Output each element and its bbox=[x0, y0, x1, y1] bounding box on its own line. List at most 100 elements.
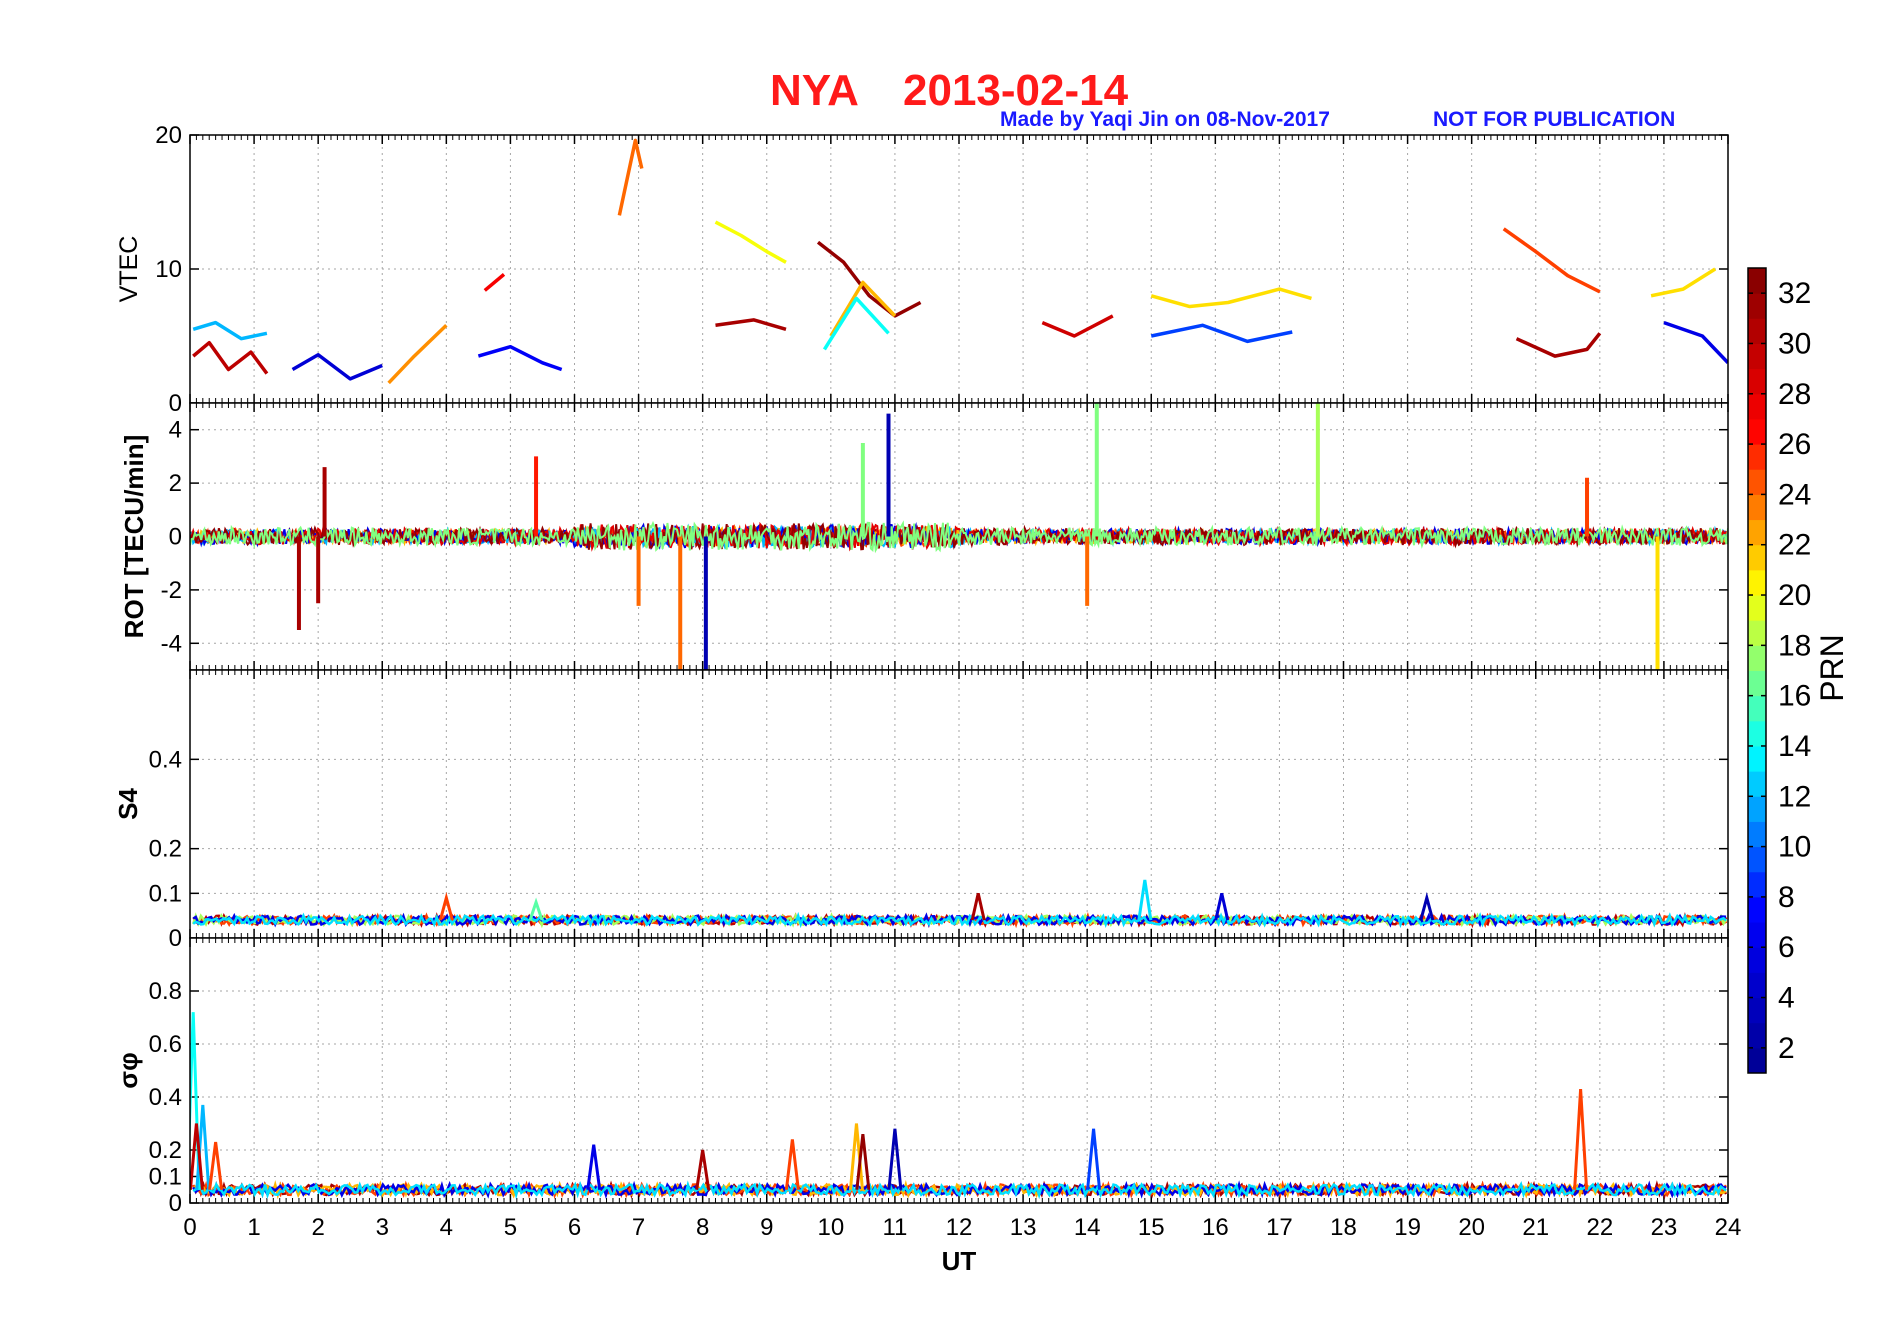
colorbar-tick-label: 12 bbox=[1778, 780, 1811, 813]
colorbar-tick-label: 8 bbox=[1778, 881, 1795, 914]
colorbar-segment bbox=[1748, 318, 1766, 344]
scintillation-figure: 01020VTEC-4-2024ROT [TECU/min]00.10.20.4… bbox=[113, 122, 1850, 1276]
xtick-label: 2 bbox=[311, 1214, 324, 1241]
vtec-ytick-label: 0 bbox=[169, 390, 182, 417]
colorbar-segment bbox=[1748, 972, 1766, 999]
sigma_phi-ytick-label: 0.6 bbox=[149, 1031, 182, 1058]
sigma_phi-ylabel: σφ bbox=[113, 1052, 143, 1088]
vtec-ytick-label: 10 bbox=[155, 256, 182, 283]
xtick-label: 3 bbox=[376, 1214, 389, 1241]
panels: 01020VTEC-4-2024ROT [TECU/min]00.10.20.4… bbox=[113, 122, 1741, 1276]
x-axis-label: UT bbox=[942, 1246, 977, 1276]
colorbar-segment bbox=[1748, 670, 1766, 697]
colorbar-segment bbox=[1748, 544, 1766, 571]
colorbar-segment bbox=[1748, 620, 1766, 646]
xtick-label: 16 bbox=[1202, 1214, 1229, 1241]
xtick-label: 23 bbox=[1651, 1214, 1678, 1241]
s4-ytick-label: 0.4 bbox=[149, 746, 182, 773]
colorbar-segment bbox=[1748, 771, 1766, 797]
colorbar-segment bbox=[1748, 821, 1766, 848]
xtick-label: 1 bbox=[247, 1214, 260, 1241]
colorbar-tick-label: 28 bbox=[1778, 378, 1811, 411]
xtick-label: 6 bbox=[568, 1214, 581, 1241]
colorbar-tick-label: 20 bbox=[1778, 579, 1811, 612]
xtick-label: 21 bbox=[1522, 1214, 1549, 1241]
sigma_phi-ytick-label: 0.8 bbox=[149, 978, 182, 1005]
colorbar-segment bbox=[1748, 595, 1766, 621]
rot-panel: -4 -2 0 2 4 ROT [TECU/min] bbox=[119, 402, 1729, 671]
colorbar-segment bbox=[1748, 896, 1766, 923]
xtick-label: 22 bbox=[1586, 1214, 1613, 1241]
colorbar-tick-label: 14 bbox=[1778, 730, 1811, 763]
colorbar-segment bbox=[1748, 393, 1766, 420]
colorbar-segment bbox=[1748, 796, 1766, 822]
xtick-label: 20 bbox=[1458, 1214, 1485, 1241]
xtick-label: 4 bbox=[440, 1214, 453, 1241]
vtec-ylabel: VTEC bbox=[115, 236, 143, 303]
colorbar-segment bbox=[1748, 519, 1766, 546]
colorbar-tick-label: 30 bbox=[1778, 327, 1811, 360]
colorbar-segment bbox=[1748, 947, 1766, 973]
colorbar-tick-label: 22 bbox=[1778, 529, 1811, 562]
rot-ytick-label: -4 bbox=[161, 630, 182, 657]
s4-ytick-label: 0 bbox=[169, 925, 182, 952]
colorbar-segment bbox=[1748, 997, 1766, 1024]
colorbar-tick-label: 32 bbox=[1778, 277, 1811, 310]
sigma_phi-panel: 00.10.2 0.4 0.6 0.8 σφ bbox=[113, 937, 1729, 1217]
colorbar-tick-label: 26 bbox=[1778, 428, 1811, 461]
colorbar-segment bbox=[1748, 293, 1766, 319]
rot-ytick-label: 4 bbox=[169, 417, 182, 444]
xtick-label: 12 bbox=[946, 1214, 973, 1241]
colorbar-segment bbox=[1748, 569, 1766, 596]
xtick-label: 13 bbox=[1010, 1214, 1037, 1241]
colorbar-tick-label: 2 bbox=[1778, 1032, 1795, 1065]
colorbar-tick-label: 4 bbox=[1778, 982, 1795, 1015]
colorbar-segment bbox=[1748, 1022, 1766, 1049]
xtick-label: 15 bbox=[1138, 1214, 1165, 1241]
sigma_phi-ytick-label: 0 bbox=[169, 1190, 182, 1217]
rot-ytick-label: 0 bbox=[169, 524, 182, 551]
colorbar-segment bbox=[1748, 871, 1766, 898]
s4-ytick-label: 0.2 bbox=[149, 836, 182, 863]
rot-ytick-label: -2 bbox=[161, 577, 182, 604]
xtick-label: 14 bbox=[1074, 1214, 1101, 1241]
colorbar-segment bbox=[1748, 745, 1766, 772]
rot-ytick-label: 2 bbox=[169, 470, 182, 497]
vtec-panel: 0 10 20 VTEC bbox=[115, 122, 1729, 417]
colorbar-tick-label: 18 bbox=[1778, 629, 1811, 662]
colorbar-segment bbox=[1748, 720, 1766, 747]
colorbar-segment bbox=[1748, 846, 1766, 873]
colorbar-segment bbox=[1748, 494, 1766, 521]
colorbar-segment bbox=[1748, 343, 1766, 370]
colorbar-segment bbox=[1748, 1047, 1766, 1074]
s4-ylabel: S4 bbox=[113, 788, 143, 820]
sigma_phi-ytick-label: 0.1 bbox=[149, 1164, 182, 1191]
colorbar-segment bbox=[1748, 418, 1766, 445]
colorbar-segment bbox=[1748, 368, 1766, 395]
xtick-label: 7 bbox=[632, 1214, 645, 1241]
xtick-label: 8 bbox=[696, 1214, 709, 1241]
colorbar-segment bbox=[1748, 469, 1766, 495]
colorbar-segment bbox=[1748, 268, 1766, 294]
colorbar: 2468101214161820222426283032PRN bbox=[1747, 267, 1850, 1074]
s4-panel: 0 0.1 0.2 0.4S4 bbox=[113, 669, 1729, 952]
xtick-label: 19 bbox=[1394, 1214, 1421, 1241]
colorbar-segment bbox=[1748, 645, 1766, 671]
colorbar-tick-label: 10 bbox=[1778, 831, 1811, 864]
rot-ylabel: ROT [TECU/min] bbox=[119, 435, 149, 639]
xtick-label: 11 bbox=[882, 1214, 907, 1241]
colorbar-segment bbox=[1748, 444, 1766, 470]
s4-ytick-label: 0.1 bbox=[149, 880, 182, 907]
vtec-ytick-label: 20 bbox=[155, 122, 182, 149]
sigma_phi-ytick-label: 0.2 bbox=[149, 1137, 182, 1164]
colorbar-tick-label: 16 bbox=[1778, 680, 1811, 713]
colorbar-tick-label: 24 bbox=[1778, 478, 1811, 511]
xtick-label: 0 bbox=[183, 1214, 196, 1241]
xtick-label: 17 bbox=[1266, 1214, 1293, 1241]
xtick-label: 18 bbox=[1330, 1214, 1357, 1241]
xtick-label: 24 bbox=[1715, 1214, 1742, 1241]
xtick-label: 10 bbox=[817, 1214, 844, 1241]
colorbar-tick-label: 6 bbox=[1778, 931, 1795, 964]
xtick-label: 9 bbox=[760, 1214, 773, 1241]
colorbar-segment bbox=[1748, 695, 1766, 722]
